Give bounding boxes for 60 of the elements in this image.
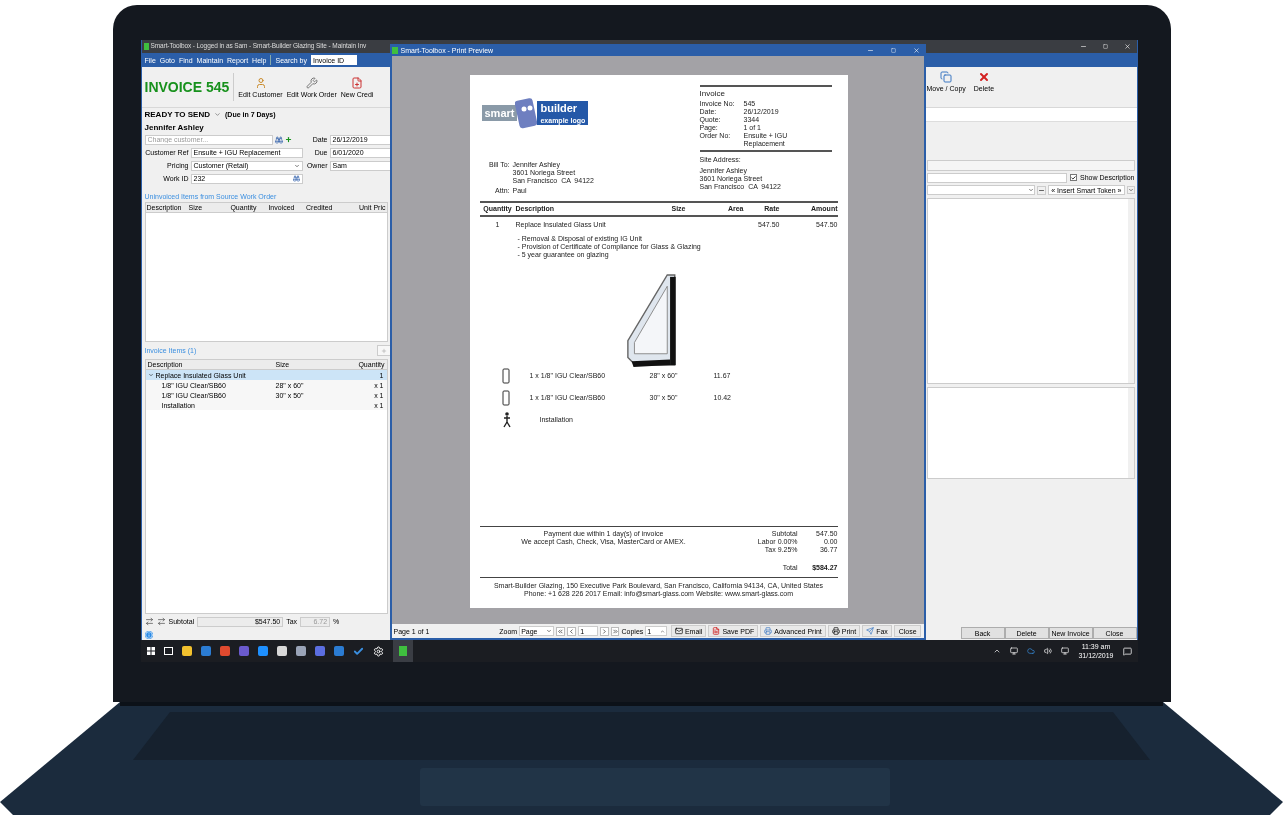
document-title: Invoice <box>699 90 726 98</box>
document-icon <box>351 76 364 89</box>
plus-icon[interactable] <box>284 136 292 143</box>
caret-icon[interactable] <box>147 372 154 378</box>
caret-icon <box>1028 187 1035 193</box>
printer-icon <box>764 627 773 635</box>
page-nav-icon[interactable] <box>556 626 566 636</box>
binoculars-icon[interactable] <box>274 135 283 144</box>
cloud-icon[interactable] <box>1027 647 1036 655</box>
caret-icon <box>546 628 553 634</box>
app-icon[interactable] <box>257 646 268 656</box>
app-icon[interactable] <box>181 646 192 656</box>
input-field[interactable] <box>926 160 1135 171</box>
checkbox[interactable] <box>1070 174 1078 181</box>
maximize-icon[interactable] <box>1102 44 1108 49</box>
delete-icon <box>977 71 990 83</box>
binoculars-icon[interactable] <box>292 175 300 182</box>
app-icon <box>391 46 398 54</box>
minus-icon[interactable] <box>1037 185 1047 195</box>
minimize-icon[interactable] <box>1079 43 1087 50</box>
printer-icon <box>831 627 840 635</box>
gear-icon[interactable] <box>372 645 384 657</box>
caret-icon[interactable] <box>1126 186 1135 194</box>
display-icon[interactable] <box>1061 647 1070 655</box>
copy-icon <box>940 71 953 83</box>
task-view-icon[interactable] <box>163 647 173 655</box>
speaker-icon[interactable] <box>1044 647 1053 655</box>
envelope-icon <box>674 627 683 635</box>
page-nav-icon[interactable] <box>567 626 577 636</box>
checkmark-app-icon[interactable] <box>352 645 364 657</box>
customer-name: Jennifer Ashley <box>144 123 204 132</box>
maximize-icon[interactable] <box>890 47 896 53</box>
invoice-heading: INVOICE 545 <box>144 80 230 94</box>
status-label: READY TO SEND <box>144 110 210 119</box>
spinner-icon <box>659 628 665 634</box>
check-icon <box>1071 174 1077 181</box>
pdf-icon <box>712 627 721 635</box>
caret-icon <box>293 162 300 169</box>
app-icon[interactable] <box>276 646 287 656</box>
close-icon[interactable] <box>1123 43 1131 50</box>
worker-icon <box>501 412 512 428</box>
wrench-icon <box>305 76 318 89</box>
windows-logo-icon[interactable] <box>146 647 155 655</box>
app-icon[interactable] <box>295 646 306 656</box>
pane-icon <box>501 368 510 384</box>
info-icon[interactable] <box>144 630 153 639</box>
plus-icon <box>380 347 387 354</box>
person-icon <box>254 76 267 89</box>
close-icon[interactable] <box>912 46 920 54</box>
chevron-icon[interactable] <box>993 647 1002 655</box>
pane-icon <box>501 390 510 406</box>
page-nav-icon[interactable] <box>599 626 609 636</box>
input-field[interactable] <box>926 172 1068 183</box>
add-button[interactable] <box>376 345 391 356</box>
arrows-icon[interactable] <box>144 617 154 626</box>
page-nav-icon[interactable] <box>610 626 620 636</box>
notification-icon[interactable] <box>1122 646 1132 656</box>
app-icon <box>143 43 149 50</box>
caret-icon[interactable] <box>214 111 221 118</box>
arrows-icon[interactable] <box>156 617 166 626</box>
